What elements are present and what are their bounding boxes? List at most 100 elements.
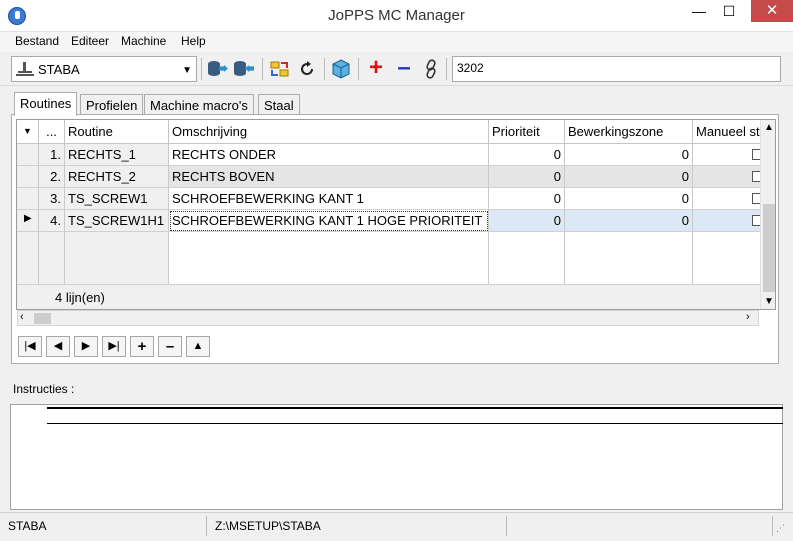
cell-manueel[interactable] <box>693 144 761 166</box>
toolbar-separator <box>324 58 325 80</box>
window-title: JoPPS MC Manager <box>328 7 465 24</box>
scroll-down-icon[interactable]: ▼ <box>764 296 774 307</box>
header-omschrijving[interactable]: Omschrijving <box>169 120 489 144</box>
header-bewerkingszone[interactable]: Bewerkingszone <box>565 120 693 144</box>
empty-cell <box>565 232 693 285</box>
tab-routines[interactable]: Routines <box>14 92 78 116</box>
cell-omschrijving[interactable]: RECHTS ONDER <box>169 144 489 166</box>
vertical-scroll-thumb[interactable] <box>763 204 775 292</box>
scroll-right-icon[interactable]: › <box>746 311 750 323</box>
database-export-icon[interactable] <box>207 58 229 80</box>
database-import-icon[interactable] <box>233 58 255 80</box>
row-indicator[interactable] <box>17 188 39 210</box>
empty-cell <box>489 232 565 285</box>
toolbar: STABA ▼ + – 3202 <box>0 52 793 86</box>
row-number: 1. <box>39 144 65 166</box>
menu-bar: Bestand Editeer Machine Help <box>0 32 793 52</box>
empty-cell <box>169 232 489 285</box>
horizontal-scrollbar[interactable]: ‹ › <box>17 310 759 326</box>
tab-staal[interactable]: Staal <box>258 94 300 115</box>
cell-omschrijving-focused[interactable]: SCHROEFBEWERKING KANT 1 HOGE PRIORITEIT <box>169 210 489 232</box>
row-count-label: 4 lijn(en) <box>55 290 105 305</box>
last-record-icon[interactable]: ▶| <box>102 336 126 357</box>
header-index[interactable]: ... <box>39 120 65 144</box>
scroll-up-icon[interactable]: ▲ <box>764 122 774 133</box>
cube-icon[interactable] <box>330 58 352 80</box>
status-bar: STABA Z:\MSETUP\STABA ⋰ <box>0 512 793 541</box>
cell-routine[interactable]: RECHTS_1 <box>65 144 169 166</box>
cell-manueel[interactable] <box>693 188 761 210</box>
toolbar-separator <box>201 58 202 80</box>
cell-omschrijving[interactable]: RECHTS BOVEN <box>169 166 489 188</box>
search-input[interactable]: 3202 <box>452 56 781 82</box>
cell-bewerkingszone[interactable]: 0 <box>565 210 693 232</box>
toolbar-separator <box>446 58 447 80</box>
cell-manueel[interactable] <box>693 166 761 188</box>
refresh-icon[interactable] <box>296 58 318 80</box>
row-number: 4. <box>39 210 65 232</box>
cell-routine[interactable]: TS_SCREW1H1 <box>65 210 169 232</box>
machine-select[interactable]: STABA ▼ <box>11 56 197 82</box>
menu-bestand[interactable]: Bestand <box>15 34 59 48</box>
menu-machine[interactable]: Machine <box>121 34 166 48</box>
row-number: 2. <box>39 166 65 188</box>
row-indicator[interactable] <box>17 144 39 166</box>
title-bar: JoPPS MC Manager — ☐ ✕ <box>0 0 793 32</box>
select-all-header[interactable]: ▼ <box>17 120 39 144</box>
resize-grip-icon[interactable]: ⋰ <box>776 523 785 534</box>
cell-routine[interactable]: RECHTS_2 <box>65 166 169 188</box>
empty-cell <box>693 232 761 285</box>
horizontal-scroll-thumb[interactable] <box>34 313 51 324</box>
cell-omschrijving[interactable]: SCHROEFBEWERKING KANT 1 <box>169 188 489 210</box>
empty-indicator <box>17 232 39 285</box>
first-record-icon[interactable]: |◀ <box>18 336 42 357</box>
menu-editeer[interactable]: Editeer <box>71 34 109 48</box>
remove-icon[interactable]: – <box>393 56 415 80</box>
toolbar-separator <box>262 58 263 80</box>
sync-folders-icon[interactable] <box>269 58 291 80</box>
cell-manueel[interactable] <box>693 210 761 232</box>
menu-help[interactable]: Help <box>181 34 206 48</box>
chevron-down-icon: ▼ <box>182 65 192 76</box>
row-indicator[interactable] <box>17 166 39 188</box>
row-number: 3. <box>39 188 65 210</box>
tab-profielen[interactable]: Profielen <box>80 94 144 115</box>
header-prioriteit[interactable]: Prioriteit <box>489 120 565 144</box>
cell-bewerkingszone[interactable]: 0 <box>565 166 693 188</box>
empty-cell <box>65 232 169 285</box>
vertical-scrollbar[interactable]: ▲ ▼ <box>760 120 775 309</box>
instructions-line <box>47 423 783 424</box>
scroll-left-icon[interactable]: ‹ <box>20 311 24 323</box>
cell-prioriteit[interactable]: 0 <box>489 210 565 232</box>
maximize-button[interactable]: ☐ <box>714 0 744 24</box>
current-row-arrow-icon[interactable]: ▶ <box>17 210 39 232</box>
next-record-icon[interactable]: ▶ <box>74 336 98 357</box>
status-empty <box>507 516 773 536</box>
instructions-line <box>47 407 783 409</box>
header-manueel[interactable]: Manueel st <box>693 120 761 144</box>
cell-prioriteit[interactable]: 0 <box>489 188 565 210</box>
cell-routine[interactable]: TS_SCREW1 <box>65 188 169 210</box>
instructions-editor[interactable] <box>10 404 783 510</box>
cell-bewerkingszone[interactable]: 0 <box>565 144 693 166</box>
edit-record-icon[interactable]: ▲ <box>186 336 210 357</box>
minimize-button[interactable]: — <box>684 0 714 24</box>
add-icon[interactable]: + <box>365 56 387 80</box>
close-button[interactable]: ✕ <box>751 0 793 22</box>
machine-select-value: STABA <box>38 62 80 77</box>
header-routine[interactable]: Routine <box>65 120 169 144</box>
tab-machine-macros[interactable]: Machine macro's <box>144 94 254 115</box>
delete-record-icon[interactable]: – <box>158 336 182 357</box>
insert-record-icon[interactable]: + <box>130 336 154 357</box>
prior-record-icon[interactable]: ◀ <box>46 336 70 357</box>
toolbar-separator <box>358 58 359 80</box>
empty-cell <box>39 232 65 285</box>
cell-bewerkingszone[interactable]: 0 <box>565 188 693 210</box>
instructions-label: Instructies : <box>13 382 75 396</box>
cell-prioriteit[interactable]: 0 <box>489 144 565 166</box>
link-icon[interactable] <box>420 58 442 80</box>
machine-icon <box>16 62 34 76</box>
cell-prioriteit[interactable]: 0 <box>489 166 565 188</box>
status-path: Z:\MSETUP\STABA <box>207 516 507 536</box>
status-machine: STABA <box>0 516 207 536</box>
